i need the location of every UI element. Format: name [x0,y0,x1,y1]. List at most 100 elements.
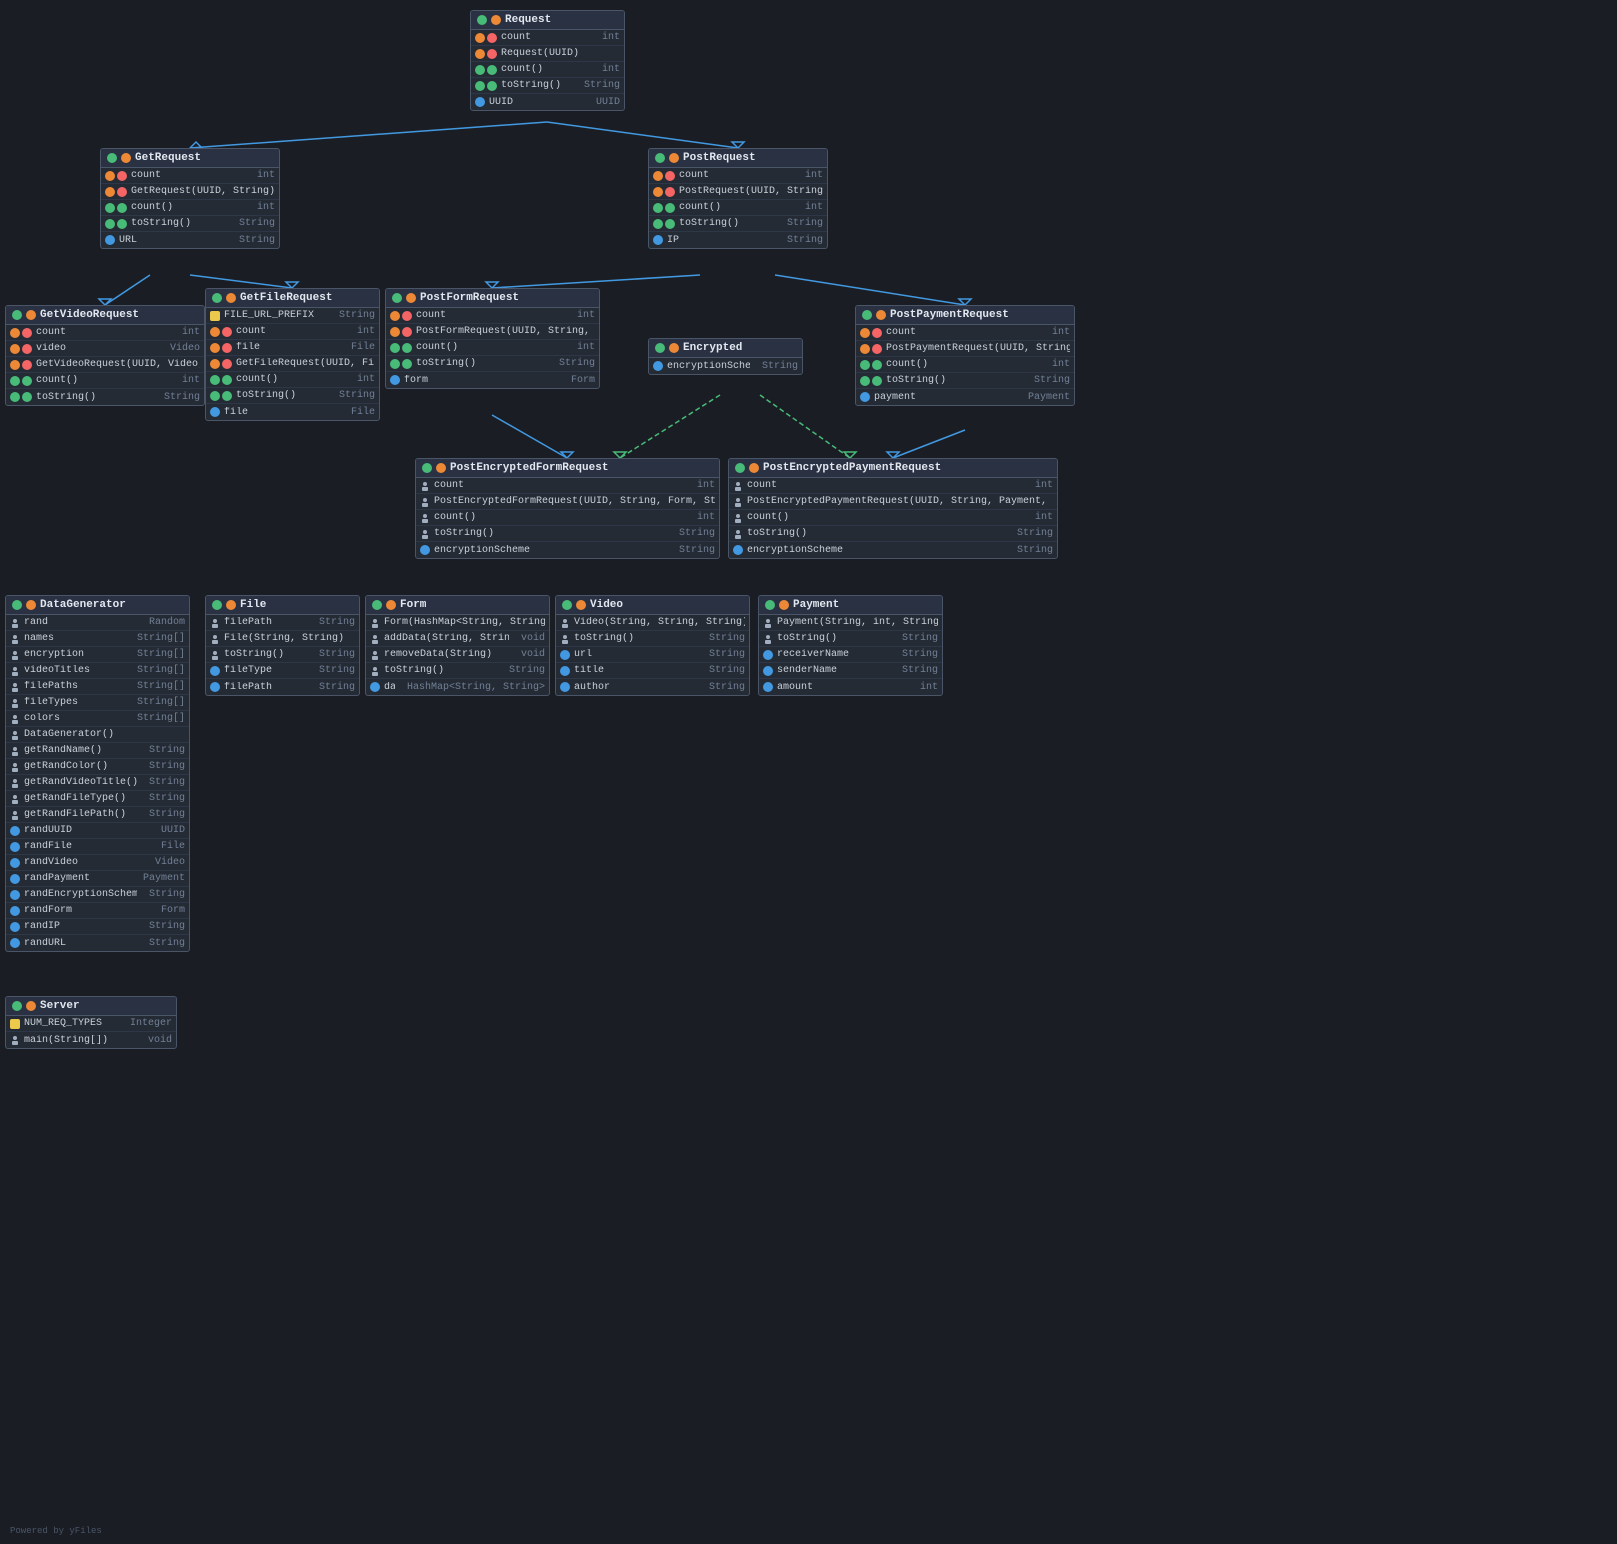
class-row-datagenerator-20: randURLString [6,935,189,951]
class-row-request-3: toString()String [471,78,624,94]
class-header-datagenerator: DataGenerator [6,596,189,615]
class-row-getfilerequest-1: countint [206,324,379,340]
class-row-postpaymentrequest-0: countint [856,325,1074,341]
class-row-video-1: toString()String [556,631,749,647]
class-title-datagenerator: DataGenerator [40,599,126,611]
class-row-postencryptedpaymentrequest-2: count()int [729,510,1057,526]
class-title-getvideorequest: GetVideoRequest [40,309,139,321]
class-header-request: Request [471,11,624,30]
class-row-payment-0: Payment(String, int, String) [759,615,942,631]
class-row-getvideorequest-0: countint [6,325,204,341]
class-row-video-0: Video(String, String, String) [556,615,749,631]
class-header-file: File [206,596,359,615]
class-postencryptedpaymentrequest[interactable]: PostEncryptedPaymentRequest countint Pos… [728,458,1058,559]
class-row-postformrequest-1: PostFormRequest(UUID, String, Form) [386,324,599,340]
class-postencryptedformrequest[interactable]: PostEncryptedFormRequest countint PostEn… [415,458,720,559]
class-request[interactable]: RequestcountintRequest(UUID)count()intto… [470,10,625,111]
class-row-postencryptedpaymentrequest-1: PostEncryptedPaymentRequest(UUID, String… [729,494,1057,510]
class-title-getrequest: GetRequest [135,152,201,164]
class-row-postrequest-3: toString()String [649,216,827,232]
class-title-form: Form [400,599,426,611]
class-datagenerator[interactable]: DataGenerator randRandom namesString[] e… [5,595,190,952]
class-row-getvideorequest-2: GetVideoRequest(UUID, Video) [6,357,204,373]
class-row-postrequest-0: countint [649,168,827,184]
class-row-datagenerator-15: randVideoVideo [6,855,189,871]
class-row-payment-1: toString()String [759,631,942,647]
class-row-getrequest-4: URLString [101,232,279,248]
class-row-postencryptedformrequest-2: count()int [416,510,719,526]
class-row-datagenerator-12: getRandFilePath()String [6,807,189,823]
class-title-getfilerequest: GetFileRequest [240,292,332,304]
class-row-postencryptedformrequest-0: countint [416,478,719,494]
class-row-video-2: urlString [556,647,749,663]
class-postformrequest[interactable]: PostFormRequestcountintPostFormRequest(U… [385,288,600,389]
class-header-getrequest: GetRequest [101,149,279,168]
class-row-postpaymentrequest-2: count()int [856,357,1074,373]
class-header-form: Form [366,596,549,615]
class-row-form-4: dataHashMap<String, String> [366,679,549,695]
class-title-postencryptedpaymentrequest: PostEncryptedPaymentRequest [763,462,941,474]
class-row-file-1: File(String, String) [206,631,359,647]
class-row-datagenerator-8: getRandName()String [6,743,189,759]
class-title-server: Server [40,1000,80,1012]
class-row-file-4: filePathString [206,679,359,695]
class-row-file-3: fileTypeString [206,663,359,679]
class-row-getfilerequest-5: toString()String [206,388,379,404]
class-header-video: Video [556,596,749,615]
class-row-request-2: count()int [471,62,624,78]
class-row-video-3: titleString [556,663,749,679]
class-file[interactable]: File filePathString File(String, String)… [205,595,360,696]
class-row-file-0: filePathString [206,615,359,631]
class-row-postpaymentrequest-1: PostPaymentRequest(UUID, String, Payment… [856,341,1074,357]
class-row-request-0: countint [471,30,624,46]
class-row-postencryptedpaymentrequest-0: countint [729,478,1057,494]
class-title-request: Request [505,14,551,26]
class-server[interactable]: ServerNUM_REQ_TYPESInteger main(String[]… [5,996,177,1049]
class-row-getrequest-3: toString()String [101,216,279,232]
class-getrequest[interactable]: GetRequestcountintGetRequest(UUID, Strin… [100,148,280,249]
class-getvideorequest[interactable]: GetVideoRequest countintvideoVideoGetVide… [5,305,205,406]
class-header-payment: Payment [759,596,942,615]
class-row-getfilerequest-3: GetFileRequest(UUID, File) [206,356,379,372]
class-row-getfilerequest-2: fileFile [206,340,379,356]
class-row-postpaymentrequest-3: toString()String [856,373,1074,389]
class-header-server: Server [6,997,176,1016]
class-row-postpaymentrequest-4: paymentPayment [856,389,1074,405]
class-row-getrequest-1: GetRequest(UUID, String) [101,184,279,200]
class-row-server-0: NUM_REQ_TYPESInteger [6,1016,176,1032]
class-row-getvideorequest-1: videoVideo [6,341,204,357]
class-row-form-3: toString()String [366,663,549,679]
class-postpaymentrequest[interactable]: PostPaymentRequest countintPostPaymentReq… [855,305,1075,406]
class-title-video: Video [590,599,623,611]
watermark-text: Powered by yFiles [10,1526,102,1536]
class-row-form-0: Form(HashMap<String, String>) [366,615,549,631]
diagram-container: RequestcountintRequest(UUID)count()intto… [0,0,1617,1544]
class-row-datagenerator-3: videoTitlesString[] [6,663,189,679]
class-row-postrequest-2: count()int [649,200,827,216]
class-row-datagenerator-19: randIPString [6,919,189,935]
class-row-postrequest-4: IPString [649,232,827,248]
class-title-postformrequest: PostFormRequest [420,292,519,304]
class-row-datagenerator-14: randFileFile [6,839,189,855]
class-row-form-1: addData(String, String)void [366,631,549,647]
class-form[interactable]: Form Form(HashMap<String, String>) addDa… [365,595,550,696]
class-row-postformrequest-4: formForm [386,372,599,388]
class-row-payment-3: senderNameString [759,663,942,679]
class-getfilerequest[interactable]: GetFileRequestFILE_URL_PREFIXStringcount… [205,288,380,421]
class-postrequest[interactable]: PostRequest countintPostRequest(UUID, Str… [648,148,828,249]
class-title-postencryptedformrequest: PostEncryptedFormRequest [450,462,608,474]
class-row-datagenerator-18: randFormForm [6,903,189,919]
class-row-postrequest-1: PostRequest(UUID, String) [649,184,827,200]
class-title-postrequest: PostRequest [683,152,756,164]
class-payment[interactable]: Payment Payment(String, int, String) toS… [758,595,943,696]
class-title-encrypted: Encrypted [683,342,742,354]
class-header-getvideorequest: GetVideoRequest [6,306,204,325]
class-title-postpaymentrequest: PostPaymentRequest [890,309,1009,321]
class-encrypted[interactable]: EncryptedencryptionSchemeString [648,338,803,375]
class-row-file-2: toString()String [206,647,359,663]
class-row-getvideorequest-4: toString()String [6,389,204,405]
class-row-datagenerator-13: randUUIDUUID [6,823,189,839]
class-header-postencryptedpaymentrequest: PostEncryptedPaymentRequest [729,459,1057,478]
class-video[interactable]: Video Video(String, String, String) toSt… [555,595,750,696]
class-row-request-4: UUIDUUID [471,94,624,110]
